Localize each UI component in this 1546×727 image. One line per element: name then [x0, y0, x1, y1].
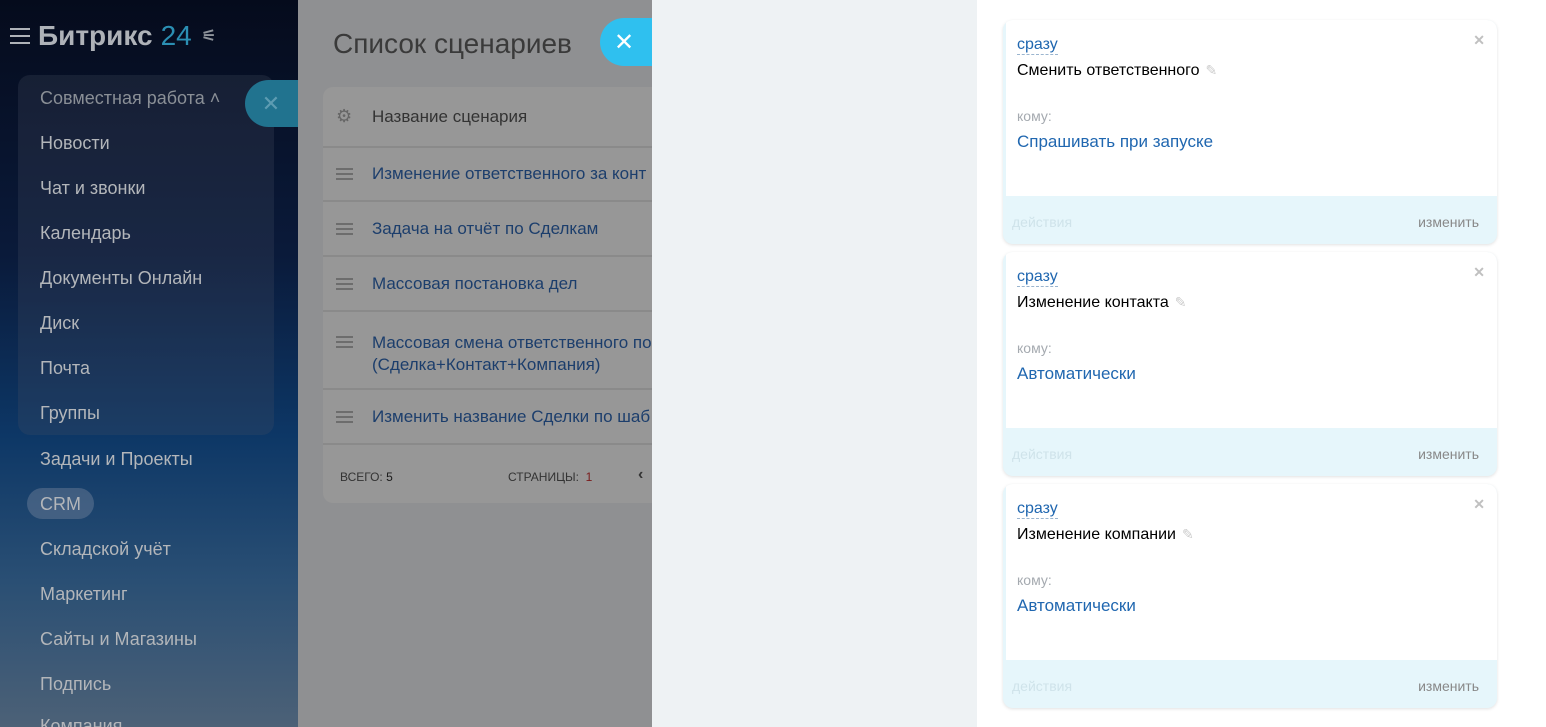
actions-label: действия — [1012, 214, 1073, 230]
table-row[interactable]: Задача на отчёт по Сделкам — [323, 202, 652, 257]
sidebar-item-chat[interactable]: Чат и звонки — [40, 178, 145, 199]
page-title: Список сценариев — [333, 28, 572, 59]
to-label: кому: — [1017, 340, 1052, 356]
pencil-icon[interactable]: ✎ — [1175, 294, 1187, 310]
sidebar-item-sign[interactable]: Подпись — [40, 674, 111, 695]
sidebar-item-calendar[interactable]: Календарь — [40, 223, 131, 244]
table-row[interactable]: Массовая смена ответственного по (Сделка+… — [323, 312, 652, 390]
sidebar-item-disk[interactable]: Диск — [40, 313, 79, 334]
menu-group-title[interactable]: Совместная работа ˄ — [40, 88, 220, 109]
drag-handle-icon[interactable] — [336, 410, 353, 423]
drag-handle-icon[interactable] — [336, 168, 353, 180]
settings-sliders-icon[interactable]: ⚟ — [202, 26, 216, 46]
close-slider-button[interactable]: ✕ — [245, 80, 305, 127]
sidebar-item-mail[interactable]: Почта — [40, 358, 90, 379]
sidebar-item-crm[interactable]: CRM — [40, 494, 81, 515]
close-icon: ✕ — [613, 28, 635, 56]
close-icon[interactable]: ✕ — [1473, 496, 1485, 513]
menu-group — [18, 75, 274, 435]
pencil-icon[interactable]: ✎ — [1182, 526, 1194, 542]
panel-background — [652, 0, 977, 727]
close-icon[interactable]: ✕ — [1473, 32, 1485, 49]
sidebar-item-tasks[interactable]: Задачи и Проекты — [40, 449, 193, 470]
timing-link[interactable]: сразу — [1017, 500, 1058, 519]
action-title: Сменить ответственного ✎ — [1017, 62, 1218, 79]
actions-label: действия — [1012, 678, 1073, 694]
scenario-link[interactable]: Задача на отчёт по Сделкам — [372, 218, 598, 240]
recipient-link[interactable]: Автоматически — [1017, 596, 1136, 616]
table-row[interactable]: Массовая постановка дел — [323, 257, 652, 312]
scenario-link[interactable]: Изменение ответственного за конт — [372, 163, 646, 185]
recipient-link[interactable]: Спрашивать при запуске — [1017, 132, 1213, 152]
chevron-up-icon: ˄ — [209, 88, 221, 108]
to-label: кому: — [1017, 572, 1052, 588]
edit-button[interactable]: изменить — [1418, 214, 1479, 230]
edit-button[interactable]: изменить — [1418, 446, 1479, 462]
close-icon[interactable]: ✕ — [1473, 264, 1485, 281]
edit-button[interactable]: изменить — [1418, 678, 1479, 694]
close-icon: ✕ — [261, 90, 281, 116]
pagination: СТРАНИЦЫ: 1 — [508, 470, 593, 484]
scenario-link[interactable]: Массовая смена ответственного по (Сделка+… — [372, 332, 652, 376]
table-row[interactable]: Изменение ответственного за конт — [323, 148, 652, 202]
menu-icon[interactable] — [10, 28, 30, 44]
sidebar-item-sites[interactable]: Сайты и Магазины — [40, 629, 197, 650]
close-panel-button[interactable]: ✕ — [600, 18, 660, 66]
table-row[interactable]: Изменить название Сделки по шаб — [323, 390, 652, 445]
table-header: ⚙ Название сценария — [323, 87, 652, 148]
drag-handle-icon[interactable] — [336, 277, 353, 290]
scenario-list-panel: Список сценариев ⚙ Название сценария Изм… — [298, 0, 652, 727]
column-header-name: Название сценария — [372, 106, 528, 126]
robot-card: сразу Изменение контакта ✎ кому: Автомати… — [1003, 252, 1497, 476]
sidebar-item-documents[interactable]: Документы Онлайн — [40, 268, 202, 289]
action-title: Изменение контакта ✎ — [1017, 294, 1187, 311]
drag-handle-icon[interactable] — [336, 336, 353, 348]
logo-text: Битрикс — [38, 20, 153, 51]
scenario-link[interactable]: Изменить название Сделки по шаб — [372, 406, 650, 428]
sidebar-item-inventory[interactable]: Складской учёт — [40, 539, 171, 560]
scenario-table: ⚙ Название сценария Изменение ответствен… — [323, 87, 652, 503]
logo[interactable]: Битрикс 24 ⚟ — [10, 20, 216, 52]
scenario-link[interactable]: Массовая постановка дел — [372, 273, 577, 295]
timing-link[interactable]: сразу — [1017, 268, 1058, 287]
robot-card: сразу Сменить ответственного ✎ кому: Спра… — [1003, 20, 1497, 244]
logo-number: 24 — [160, 20, 192, 51]
actions-label: действия — [1012, 446, 1073, 462]
pencil-icon[interactable]: ✎ — [1206, 62, 1218, 78]
sidebar-item-groups[interactable]: Группы — [40, 403, 100, 424]
robot-card: сразу Изменение компании ✎ кому: Автомати… — [1003, 484, 1497, 708]
sidebar-item-marketing[interactable]: Маркетинг — [40, 584, 128, 605]
sidebar-item-news[interactable]: Новости — [40, 133, 110, 154]
prev-page-icon[interactable]: ‹ — [638, 466, 643, 484]
to-label: кому: — [1017, 108, 1052, 124]
sidebar-item-company[interactable]: Компания — [40, 716, 122, 727]
drag-handle-icon[interactable] — [336, 222, 353, 235]
recipient-link[interactable]: Автоматически — [1017, 364, 1136, 384]
timing-link[interactable]: сразу — [1017, 36, 1058, 55]
gear-icon[interactable]: ⚙ — [336, 106, 353, 127]
total-count: ВСЕГО: 5 — [340, 470, 393, 484]
action-title: Изменение компании ✎ — [1017, 526, 1194, 543]
